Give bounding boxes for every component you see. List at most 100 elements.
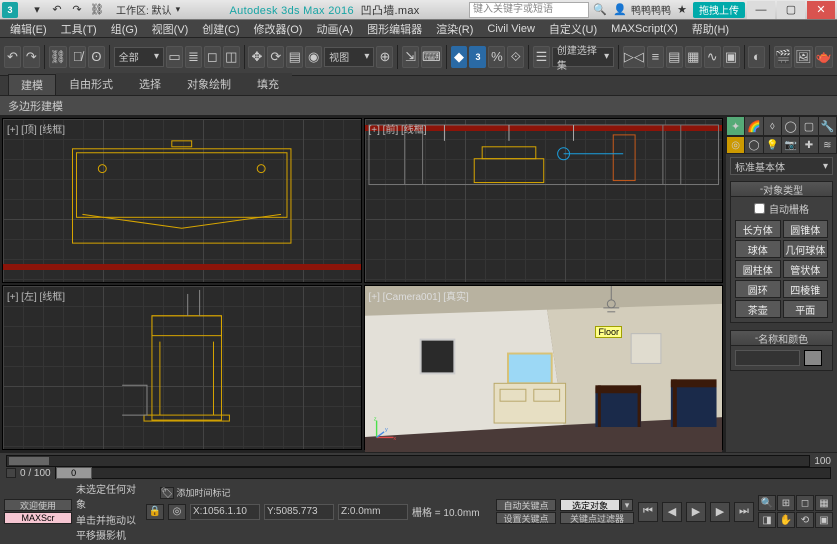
create-teapot-button[interactable]: 茶壶 [735,300,781,318]
search-icon[interactable]: 🔍 [591,2,609,18]
cmd-sub-shapes[interactable]: ◯ [745,137,762,153]
menu-grapheditors[interactable]: 图形编辑器 [361,20,428,38]
minimize-button[interactable]: — [747,1,775,19]
select-manipulate-button[interactable]: ⇲ [402,46,419,68]
menu-civilview[interactable]: Civil View [481,22,540,36]
percent-snap-button[interactable]: % [488,46,505,68]
cmd-sub-spacewarp[interactable]: ≋ [819,137,836,153]
max-toggle-icon[interactable]: ▣ [815,512,833,528]
create-geosphere-button[interactable]: 几何球体 [783,240,829,258]
ribbon-tab-modeling[interactable]: 建模 [8,74,56,95]
keyfilters-button[interactable]: 关键点过滤器 [560,512,634,524]
edit-selset-button[interactable]: ☰ [533,46,550,68]
menu-maxscript[interactable]: MAXScript(X) [605,22,684,36]
ribbon-tab-selection[interactable]: 选择 [126,73,174,95]
maxscript-listener-tag[interactable]: MAXScr [4,512,72,524]
render-setup-button[interactable]: 🎬 [774,46,792,68]
coord-z-input[interactable]: Z:0.0mm [338,504,408,520]
schematic-view-button[interactable]: ▣ [723,46,740,68]
help-search-input[interactable]: 键入关键字或短语 [469,2,589,18]
layer-explorer-button[interactable]: ▤ [666,46,683,68]
toggle-ribbon-button[interactable]: ▦ [685,46,702,68]
select-place-button[interactable]: ◉ [305,46,322,68]
pivot-center-button[interactable]: ⊕ [376,46,393,68]
viewport-top[interactable]: [+] [顶] [线框] [2,118,362,283]
select-object-button[interactable]: ▭ [166,46,183,68]
viewport-top-label[interactable]: [+] [顶] [线框] [7,121,65,136]
keymode-dropdown[interactable]: 选定对象 [560,499,620,511]
selection-filter-dropdown[interactable]: 全部▾ [114,47,164,67]
menu-group[interactable]: 组(G) [105,20,144,38]
select-scale-button[interactable]: ▤ [286,46,303,68]
setkey-button[interactable]: 设置关键点 [496,512,556,524]
bind-spacewarp-button[interactable]: ʘ [88,46,105,68]
redo-icon[interactable]: ↷ [68,2,86,18]
viewport-front[interactable]: [+] [前] [线框] [364,118,724,283]
viewport-camera-label[interactable]: [+] [Camera001] [真实] [369,288,469,303]
menu-customize[interactable]: 自定义(U) [543,20,603,38]
undo-button[interactable]: ↶ [4,46,21,68]
named-selset-dropdown[interactable]: 创建选择集▾ [552,47,614,67]
play-button[interactable]: ▶ [686,502,706,522]
qat-new-icon[interactable]: ▾ [28,2,46,18]
cmd-tab-motion[interactable]: ◯ [782,117,799,135]
create-tube-button[interactable]: 管状体 [783,260,829,278]
fov-icon[interactable]: ◨ [758,512,776,528]
share-button[interactable]: 拖拽上传 [693,2,745,18]
next-frame-button[interactable]: ▶ [710,502,730,522]
create-sphere-button[interactable]: 球体 [735,240,781,258]
cmd-tab-display[interactable]: ▢ [800,117,817,135]
align-button[interactable]: ≡ [647,46,664,68]
cmd-sub-lights[interactable]: 💡 [764,137,781,153]
object-name-input[interactable] [735,350,800,366]
rect-region-button[interactable]: ◻ [204,46,221,68]
pan-icon[interactable]: ✋ [777,512,795,528]
zoom-extents-all-icon[interactable]: ▦ [815,495,833,511]
ribbon-tab-populate[interactable]: 填充 [244,73,292,95]
autokey-button[interactable]: 自动关键点 [496,499,556,511]
signin-icon[interactable]: 👤 [611,2,629,18]
menu-modifiers[interactable]: 修改器(O) [248,20,309,38]
close-button[interactable]: ✕ [807,1,835,19]
create-cylinder-button[interactable]: 圆柱体 [735,260,781,278]
select-move-button[interactable]: ✥ [248,46,265,68]
zoom-icon[interactable]: 🔍 [758,495,776,511]
window-crossing-button[interactable]: ◫ [223,46,240,68]
menu-rendering[interactable]: 渲染(R) [430,20,479,38]
cmd-sub-cameras[interactable]: 📷 [782,137,799,153]
menu-create[interactable]: 创建(C) [196,20,245,38]
lock-selection-icon[interactable]: 🔒 [146,504,164,520]
coord-x-input[interactable]: X:1056.1.10 [190,504,260,520]
snap-toggle-button[interactable]: ◆ [451,46,468,68]
timeline-toggle[interactable] [6,468,16,478]
goto-start-button[interactable]: ⏮ [638,502,658,522]
mirror-button[interactable]: ▷◁ [623,46,645,68]
link-button[interactable]: ⛓ [49,46,68,68]
maximize-button[interactable]: ▢ [777,1,805,19]
orbit-icon[interactable]: ⟲ [796,512,814,528]
create-plane-button[interactable]: 平面 [783,300,829,318]
create-box-button[interactable]: 长方体 [735,220,781,238]
spinner-snap-button[interactable]: ⟐ [507,46,524,68]
rollout-name-color[interactable]: 名称和颜色 [730,330,833,346]
ribbon-tab-freeform[interactable]: 自由形式 [56,73,126,95]
addtimetag-icon[interactable]: 🏷 [160,487,174,499]
cmd-tab-create[interactable]: ✦ [727,117,744,135]
isolate-icon[interactable]: ◎ [168,504,186,520]
object-color-swatch[interactable] [804,350,822,366]
refcoord-dropdown[interactable]: 视图▾ [324,47,374,67]
unlink-button[interactable]: ⛓̸ [69,46,86,68]
signin-label[interactable]: 鸭鸭鸭鸭 [631,2,671,17]
zoom-extents-icon[interactable]: ◻ [796,495,814,511]
favorite-icon[interactable]: ★ [673,2,691,18]
autogrid-checkbox[interactable]: 自动栅格 [735,201,828,216]
undo-icon[interactable]: ↶ [48,2,66,18]
prev-frame-button[interactable]: ◀ [662,502,682,522]
create-pyramid-button[interactable]: 四棱锥 [783,280,829,298]
cmd-sub-geometry[interactable]: ◎ [727,137,744,153]
timeline-scrollbar[interactable] [6,455,810,467]
redo-button[interactable]: ↷ [23,46,40,68]
welcome-tag[interactable]: 欢迎使用 [4,499,72,511]
time-slider-thumb[interactable]: 0 [56,467,92,479]
curve-editor-button[interactable]: ∿ [704,46,721,68]
